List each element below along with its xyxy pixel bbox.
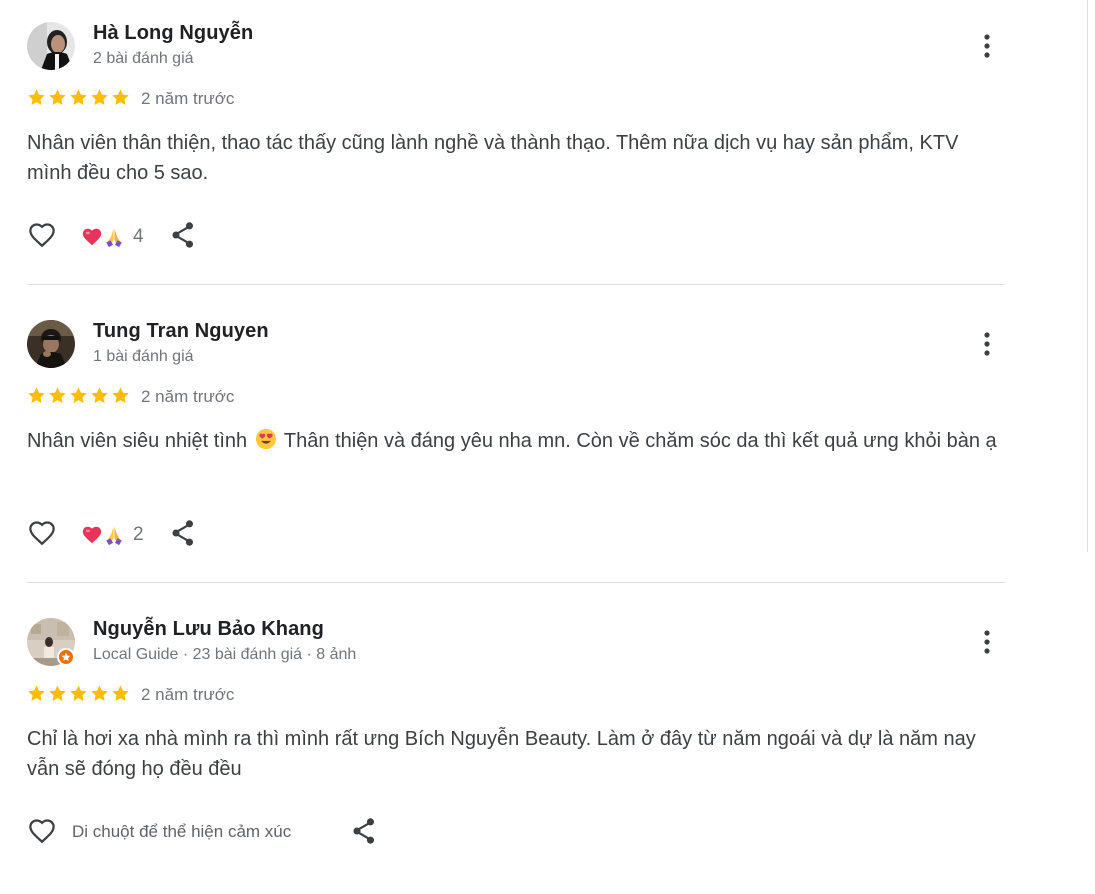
reviewer-name[interactable]: Tung Tran Nguyen <box>93 320 269 343</box>
like-button[interactable] <box>27 518 57 548</box>
like-button[interactable] <box>27 816 57 846</box>
reaction-hint: Di chuột để thể hiện cảm xúc <box>72 822 292 841</box>
local-guide-badge <box>57 648 75 666</box>
folded-hands-reaction-icon <box>106 526 122 546</box>
review-text: Nhân viên thân thiện, thao tác thấy cũng… <box>27 132 959 184</box>
star-icon <box>70 387 87 403</box>
avatar[interactable] <box>27 320 75 368</box>
more-options-button[interactable] <box>971 30 1003 62</box>
star-icon <box>91 89 108 105</box>
avatar[interactable] <box>27 22 75 70</box>
heart-outline-icon <box>29 223 55 248</box>
star-rating <box>27 88 130 108</box>
scroll-edge-line <box>1087 0 1088 552</box>
folded-hands-reaction-icon <box>106 228 122 248</box>
review-time: 2 năm trước <box>141 387 235 406</box>
star-icon <box>49 685 66 701</box>
more-vertical-icon <box>984 332 990 356</box>
review-actions: Di chuột để thể hiện cảm xúc <box>27 816 427 850</box>
review-card: Nguyễn Lưu Bảo Khang Local Guide · 23 bà… <box>27 596 1005 894</box>
reviewer-name[interactable]: Hà Long Nguyễn <box>93 22 253 45</box>
star-icon <box>91 685 108 701</box>
review-divider <box>27 582 1005 583</box>
heart-outline-icon <box>29 819 55 844</box>
reviewer-meta[interactable]: 2 bài đánh giá <box>93 50 194 68</box>
review-text-part: Nhân viên siêu nhiệt tình <box>27 430 248 452</box>
star-icon <box>70 685 87 701</box>
star-icon <box>112 89 129 105</box>
review-time: 2 năm trước <box>141 685 235 704</box>
review-actions: 2 <box>27 518 427 552</box>
share-icon <box>172 520 194 546</box>
star-rating <box>27 386 130 406</box>
more-options-button[interactable] <box>971 328 1003 360</box>
review-text: Chỉ là hơi xa nhà mình ra thì mình rất ư… <box>27 728 976 780</box>
heart-reaction-icon <box>82 228 102 246</box>
review-text-part: Thân thiện và đáng yêu nha mn. Còn về ch… <box>283 430 997 452</box>
star-badge-icon <box>61 652 71 661</box>
heart-reaction-icon <box>82 526 102 544</box>
like-button[interactable] <box>27 220 57 250</box>
share-button[interactable] <box>170 519 196 547</box>
review-text: Nhân viên siêu nhiệt tình Thân thiện và … <box>27 426 1005 456</box>
star-icon <box>28 387 45 403</box>
reaction-count: 2 <box>133 524 144 545</box>
review-time: 2 năm trước <box>141 89 235 108</box>
more-vertical-icon <box>984 34 990 58</box>
more-vertical-icon <box>984 630 990 654</box>
share-icon <box>353 818 375 844</box>
reviewer-meta[interactable]: 1 bài đánh giá <box>93 348 194 366</box>
reaction-count: 4 <box>133 226 144 247</box>
star-icon <box>49 89 66 105</box>
share-button[interactable] <box>170 221 196 249</box>
review-actions: 4 <box>27 220 427 254</box>
share-icon <box>172 222 194 248</box>
star-icon <box>70 89 87 105</box>
review-divider <box>27 284 1005 285</box>
review-card: Hà Long Nguyễn 2 bài đánh giá 2 năm trướ… <box>27 0 1005 298</box>
more-options-button[interactable] <box>971 626 1003 658</box>
avatar[interactable] <box>27 618 75 666</box>
review-card: Tung Tran Nguyen 1 bài đánh giá 2 năm tr… <box>27 298 1005 596</box>
heart-outline-icon <box>29 521 55 546</box>
star-icon <box>49 387 66 403</box>
reviewer-meta[interactable]: Local Guide · 23 bài đánh giá · 8 ảnh <box>93 646 356 664</box>
star-icon <box>28 685 45 701</box>
reviewer-name[interactable]: Nguyễn Lưu Bảo Khang <box>93 618 324 641</box>
share-button[interactable] <box>351 817 377 845</box>
star-icon <box>112 685 129 701</box>
star-icon <box>91 387 108 403</box>
star-icon <box>112 387 129 403</box>
star-icon <box>28 89 45 105</box>
smiling-face-with-heart-eyes-icon <box>255 428 276 450</box>
reaction-summary[interactable]: 4 <box>81 223 144 251</box>
star-rating <box>27 684 130 704</box>
reaction-summary[interactable]: 2 <box>81 521 144 549</box>
